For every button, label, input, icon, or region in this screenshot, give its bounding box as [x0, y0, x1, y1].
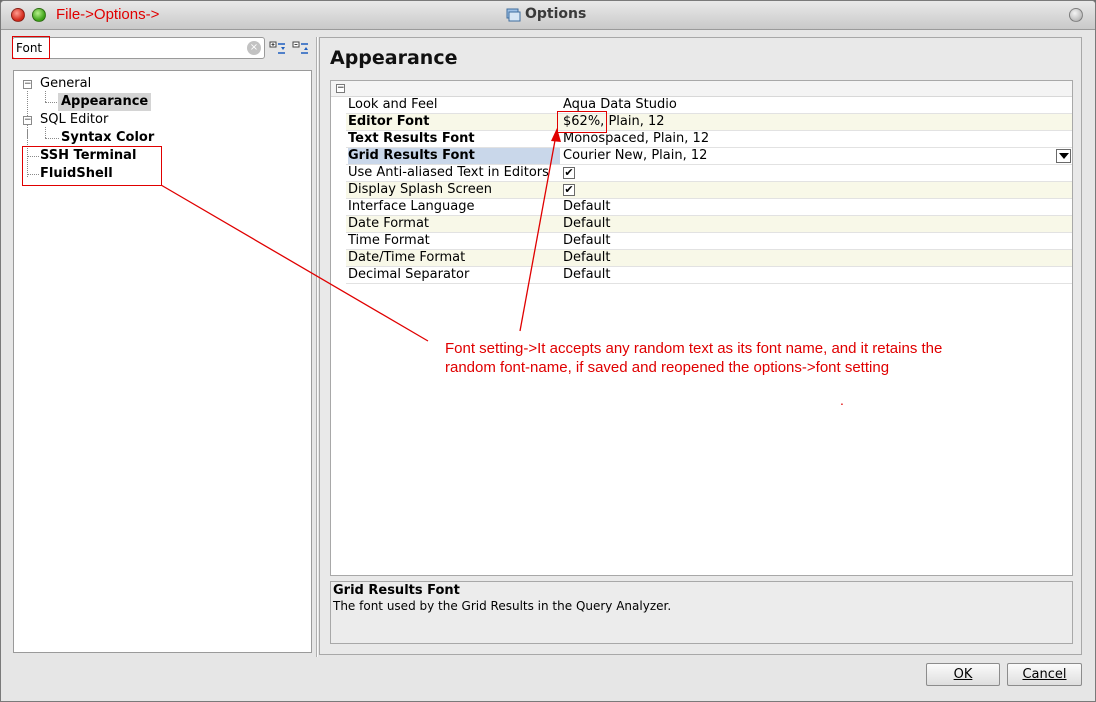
tree-connector: [45, 138, 59, 139]
property-name: Date Format: [348, 216, 430, 231]
property-row[interactable]: Text Results Font Monospaced, Plain, 12: [346, 131, 1072, 148]
property-row[interactable]: Use Anti-aliased Text in Editors ✔: [346, 165, 1072, 182]
property-grid-header: −: [331, 81, 1072, 97]
options-window-icon: [506, 8, 521, 21]
tree-item-ssh-terminal[interactable]: SSH Terminal: [40, 147, 136, 165]
description-text: The font used by the Grid Results in the…: [333, 599, 672, 613]
title-bar: File->Options-> Options: [1, 1, 1095, 30]
property-row[interactable]: Date/Time Format Default: [346, 250, 1072, 267]
annotation-dot: .: [840, 392, 844, 408]
font-dropdown-button[interactable]: [1056, 149, 1071, 163]
property-row[interactable]: Display Splash Screen ✔: [346, 182, 1072, 199]
property-row[interactable]: Editor Font $62%, Plain, 12: [346, 114, 1072, 131]
cancel-button[interactable]: Cancel: [1007, 663, 1082, 686]
property-value[interactable]: Default: [563, 233, 1072, 249]
property-row[interactable]: Decimal Separator Default: [346, 267, 1072, 284]
property-name: Grid Results Font: [348, 148, 560, 164]
anti-aliased-checkbox[interactable]: ✔: [563, 167, 575, 179]
property-row[interactable]: Time Format Default: [346, 233, 1072, 250]
tree-item-syntax-color[interactable]: Syntax Color: [61, 129, 154, 147]
tree-item-sql-editor[interactable]: SQL Editor: [40, 111, 108, 129]
cancel-button-label: Cancel: [1022, 667, 1067, 682]
property-name: Editor Font: [348, 114, 430, 129]
tree-item-fluidshell[interactable]: FluidShell: [40, 165, 113, 183]
property-name: Look and Feel: [348, 97, 438, 112]
panel-splitter[interactable]: [316, 37, 318, 657]
annotation-note-line-1: Font setting->It accepts any random text…: [445, 340, 943, 357]
property-value[interactable]: Monospaced, Plain, 12: [563, 131, 1072, 147]
property-value[interactable]: Default: [563, 216, 1072, 232]
options-window: File->Options-> Options ×: [0, 0, 1096, 702]
property-value[interactable]: Aqua Data Studio: [563, 97, 1072, 113]
property-value[interactable]: Courier New, Plain, 12: [563, 148, 1072, 164]
tree-item-general[interactable]: General: [40, 75, 91, 93]
window-title-group: Options: [506, 6, 586, 22]
ok-button[interactable]: OK: [926, 663, 1000, 686]
property-value[interactable]: Default: [563, 199, 1072, 215]
property-value[interactable]: $62%, Plain, 12: [563, 114, 1072, 130]
search-field-container: ×: [12, 37, 265, 59]
property-name: Date/Time Format: [348, 250, 466, 265]
tree-collapse-toggle[interactable]: −: [23, 80, 32, 89]
tree-item-appearance[interactable]: Appearance: [58, 93, 152, 111]
clear-search-icon[interactable]: ×: [247, 41, 261, 55]
splash-screen-checkbox[interactable]: ✔: [563, 184, 575, 196]
property-grid: − Look and Feel Aqua Data Studio Editor …: [330, 80, 1073, 576]
property-name: Display Splash Screen: [348, 182, 492, 197]
page-title: Appearance: [330, 47, 458, 69]
property-row-selected[interactable]: Grid Results Font Courier New, Plain, 12: [346, 148, 1072, 165]
annotation-note: Font setting->It accepts any random text…: [445, 339, 1005, 377]
search-input[interactable]: [16, 40, 241, 56]
description-title: Grid Results Font: [333, 583, 460, 598]
property-row[interactable]: Look and Feel Aqua Data Studio: [346, 97, 1072, 114]
tree-connector: [27, 129, 28, 177]
toolbar-toggle-button[interactable]: [1069, 8, 1083, 22]
property-name: Interface Language: [348, 199, 475, 214]
property-name: Text Results Font: [348, 131, 475, 146]
property-row[interactable]: Interface Language Default: [346, 199, 1072, 216]
expand-all-icon[interactable]: [269, 39, 287, 57]
annotation-note-line-2: random font-name, if saved and reopened …: [445, 359, 890, 376]
tree-connector: [27, 156, 39, 157]
editor-font-style-value: Plain, 12: [604, 114, 665, 129]
property-description-panel: Grid Results Font The font used by the G…: [330, 581, 1073, 644]
property-value[interactable]: Default: [563, 250, 1072, 266]
options-tree: − General Appearance − SQL Editor Syntax…: [13, 70, 312, 653]
window-title: Options: [525, 6, 587, 22]
property-name: Decimal Separator: [348, 267, 470, 282]
tree-connector: [45, 102, 59, 103]
property-name: Use Anti-aliased Text in Editors: [348, 165, 549, 180]
ok-button-label: OK: [953, 667, 973, 682]
annotation-file-options: File->Options->: [56, 6, 160, 23]
editor-font-name-value: $62%,: [563, 114, 605, 129]
collapse-all-icon[interactable]: [292, 39, 310, 57]
property-value[interactable]: Default: [563, 267, 1072, 283]
property-name: Time Format: [348, 233, 430, 248]
zoom-window-button[interactable]: [32, 8, 46, 22]
close-window-button[interactable]: [11, 8, 25, 22]
tree-collapse-toggle[interactable]: −: [23, 116, 32, 125]
collapse-category-icon[interactable]: −: [336, 84, 345, 93]
property-row[interactable]: Date Format Default: [346, 216, 1072, 233]
chevron-down-icon: [1059, 153, 1069, 159]
tree-connector: [27, 174, 39, 175]
